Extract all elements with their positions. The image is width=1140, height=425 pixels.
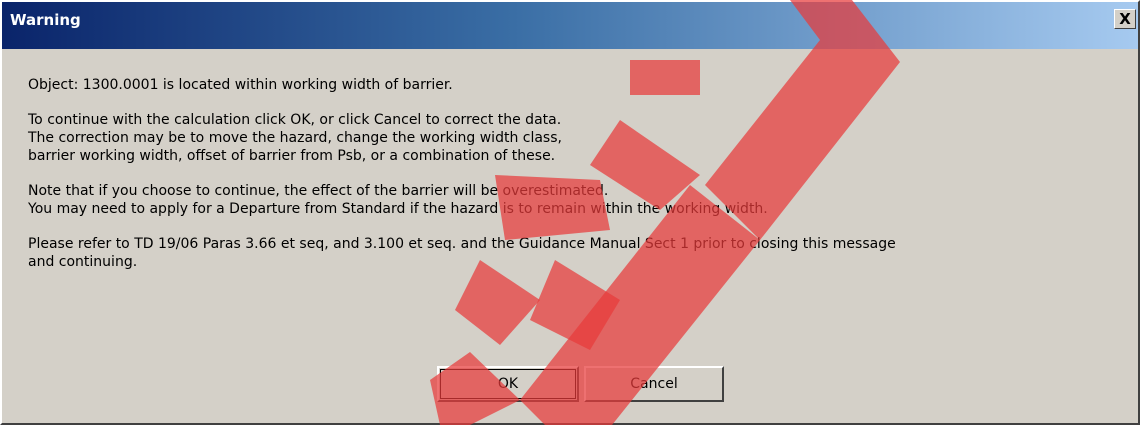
- dialog-title: Warning: [10, 11, 81, 29]
- message-body: Object: 1300.0001 is located within work…: [28, 76, 1136, 288]
- message-continue: To continue with the calculation click O…: [28, 112, 562, 164]
- warning-dialog: Warning X Object: 1300.0001 is located w…: [0, 0, 1140, 425]
- title-bar[interactable]: Warning X: [2, 2, 1138, 49]
- close-button[interactable]: X: [1114, 9, 1136, 29]
- cancel-button[interactable]: Cancel: [584, 366, 724, 402]
- message-object: Object: 1300.0001 is located within work…: [28, 77, 453, 93]
- ok-button[interactable]: OK: [437, 366, 579, 402]
- message-refer: Please refer to TD 19/06 Paras 3.66 et s…: [28, 236, 896, 270]
- cancel-button-label: Cancel: [630, 376, 678, 392]
- close-icon: X: [1119, 10, 1131, 28]
- ok-button-label: OK: [497, 376, 519, 392]
- message-note: Note that if you choose to continue, the…: [28, 183, 768, 217]
